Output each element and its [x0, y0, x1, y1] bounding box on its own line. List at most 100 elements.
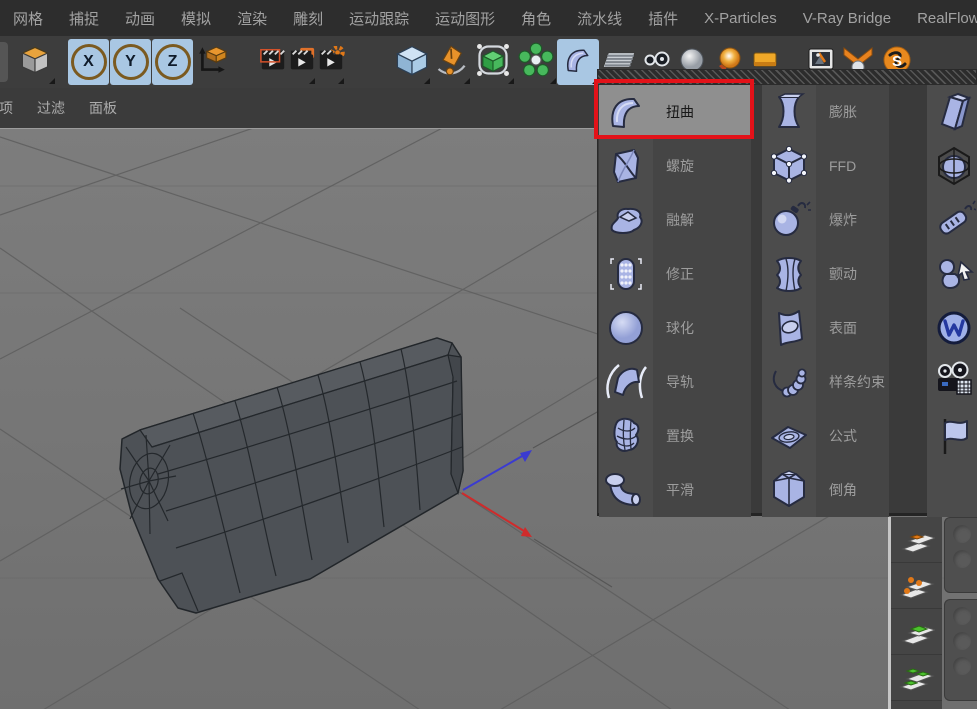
deformer-palette-popup: 扭曲 螺旋 融解 修正 球化 导轨 [597, 69, 977, 516]
menu-mograph[interactable]: 运动图形 [422, 8, 508, 29]
deformer-item-jiggle[interactable]: 颤动 [762, 247, 889, 301]
deformer-item-spherify[interactable]: 球化 [599, 301, 751, 355]
spherify-icon [599, 301, 653, 355]
ffd-icon [762, 139, 816, 193]
dock-group-2[interactable] [944, 599, 977, 701]
deformer-item-formula[interactable]: 公式 [762, 409, 889, 463]
axis-lock-y-button[interactable]: Y [110, 39, 151, 85]
menu-pipeline[interactable]: 流水线 [564, 8, 635, 29]
spline-wrap-icon [762, 355, 816, 409]
axis-y-icon: Y [113, 44, 149, 80]
strip-button-stairs-green-dots[interactable] [891, 655, 942, 701]
correction-icon [599, 247, 653, 301]
clipped-toolbar-button[interactable] [0, 42, 8, 82]
menu-snap[interactable]: 捕捉 [56, 8, 112, 29]
mograph-array-icon [518, 42, 554, 83]
menu-animation[interactable]: 动画 [112, 8, 168, 29]
bend-deformer-icon [560, 42, 596, 83]
axis-x-icon: X [71, 44, 107, 80]
wind-icon[interactable] [927, 409, 977, 463]
disabled-icon [953, 657, 971, 675]
polygon-object[interactable] [120, 338, 463, 613]
cube-primitive-button[interactable] [393, 39, 431, 85]
axis-lock-x-button[interactable]: X [68, 39, 109, 85]
morph-icon[interactable] [927, 247, 977, 301]
strip-button-dotted-circle[interactable] [891, 701, 942, 709]
shear-icon[interactable] [927, 85, 977, 139]
vp-menu-filter[interactable]: 过滤 [37, 98, 65, 118]
coordinate-system-button[interactable] [194, 39, 230, 85]
menu-simulate[interactable]: 模拟 [168, 8, 224, 29]
subdivision-surface-icon [475, 42, 511, 83]
make-editable-icon [19, 44, 51, 81]
menu-character[interactable]: 角色 [508, 8, 564, 29]
camera-deformer-icon[interactable] [927, 355, 977, 409]
deformer-column-3 [927, 85, 977, 517]
rail-icon [599, 355, 653, 409]
vp-menu-panel[interactable]: 面板 [89, 98, 117, 118]
strip-button-stairs-green[interactable] [891, 609, 942, 655]
axis-x-red[interactable] [462, 493, 524, 531]
bend-icon [599, 85, 653, 139]
deformer-item-surface[interactable]: 表面 [762, 301, 889, 355]
menu-sculpt[interactable]: 雕刻 [280, 8, 336, 29]
mesh-icon[interactable] [927, 139, 977, 193]
twist-icon [599, 139, 653, 193]
right-dock-panel [944, 517, 977, 709]
deformer-palette-button[interactable] [557, 39, 599, 85]
dock-group-1[interactable] [944, 517, 977, 593]
menu-render[interactable]: 渲染 [224, 8, 280, 29]
make-editable-button[interactable] [14, 39, 56, 85]
deformer-item-ffd[interactable]: FFD [762, 139, 889, 193]
menu-mesh[interactable]: 网格 [0, 8, 56, 29]
cinema4d-window: 网格 捕捉 动画 模拟 渲染 雕刻 运动跟踪 运动图形 角色 流水线 插件 X-… [0, 0, 977, 709]
deformer-item-bulge[interactable]: 膨胀 [762, 85, 889, 139]
deformer-item-explosion[interactable]: 爆炸 [762, 193, 889, 247]
strip-button-stairs-orange-dots[interactable] [891, 563, 942, 609]
menu-realflow[interactable]: RealFlow [904, 10, 977, 27]
disabled-icon [953, 550, 971, 568]
menu-motion-tracker[interactable]: 运动跟踪 [336, 8, 422, 29]
deformer-item-bend[interactable]: 扭曲 [599, 85, 751, 139]
render-settings-icon [317, 46, 345, 79]
render-to-picture-viewer-button[interactable] [287, 39, 316, 85]
disabled-icon [953, 607, 971, 625]
deformer-column-1: 扭曲 螺旋 融解 修正 球化 导轨 [599, 85, 751, 517]
explosion-icon [762, 193, 816, 247]
surface-icon [762, 301, 816, 355]
axis-z-blue[interactable] [463, 455, 524, 490]
wrap-icon[interactable] [927, 301, 977, 355]
vp-menu-options[interactable]: 选项 [0, 98, 13, 118]
disabled-icon [953, 525, 971, 543]
menu-plugins[interactable]: 插件 [635, 8, 691, 29]
cube-icon [395, 43, 429, 82]
axis-lock-z-button[interactable]: Z [152, 39, 193, 85]
axis-x-arrowhead [521, 527, 532, 537]
render-view-button[interactable] [258, 39, 287, 85]
subdivision-surface-button[interactable] [471, 39, 515, 85]
spline-pen-button[interactable] [431, 39, 471, 85]
deformer-item-displacer[interactable]: 置换 [599, 409, 751, 463]
render-view-icon [259, 46, 287, 79]
deformer-item-melt[interactable]: 融解 [599, 193, 751, 247]
main-menubar: 网格 捕捉 动画 模拟 渲染 雕刻 运动跟踪 运动图形 角色 流水线 插件 X-… [0, 0, 977, 37]
spline-pen-icon [434, 43, 468, 82]
deformer-item-twist[interactable]: 螺旋 [599, 139, 751, 193]
deformer-item-bevel[interactable]: 倒角 [762, 463, 889, 517]
menu-vray-bridge[interactable]: V-Ray Bridge [790, 10, 904, 27]
menu-xparticles[interactable]: X-Particles [691, 10, 790, 27]
mograph-array-button[interactable] [515, 39, 557, 85]
explosion-fx-icon[interactable] [927, 193, 977, 247]
deformer-item-rail[interactable]: 导轨 [599, 355, 751, 409]
palette-grip-handle[interactable] [598, 70, 976, 85]
deformer-item-spline-wrap[interactable]: 样条约束 [762, 355, 889, 409]
bulge-icon [762, 85, 816, 139]
bevel-icon [762, 463, 816, 517]
deformer-item-smoothing[interactable]: 平滑 [599, 463, 751, 517]
deformer-item-correction[interactable]: 修正 [599, 247, 751, 301]
deformer-column-2: 膨胀 FFD 爆炸 颤动 表面 样条约束 [762, 85, 889, 517]
axis-z-icon: Z [155, 44, 191, 80]
strip-button-stairs-orange[interactable] [891, 517, 942, 563]
render-settings-button[interactable] [316, 39, 345, 85]
svg-text:S: S [892, 53, 902, 70]
